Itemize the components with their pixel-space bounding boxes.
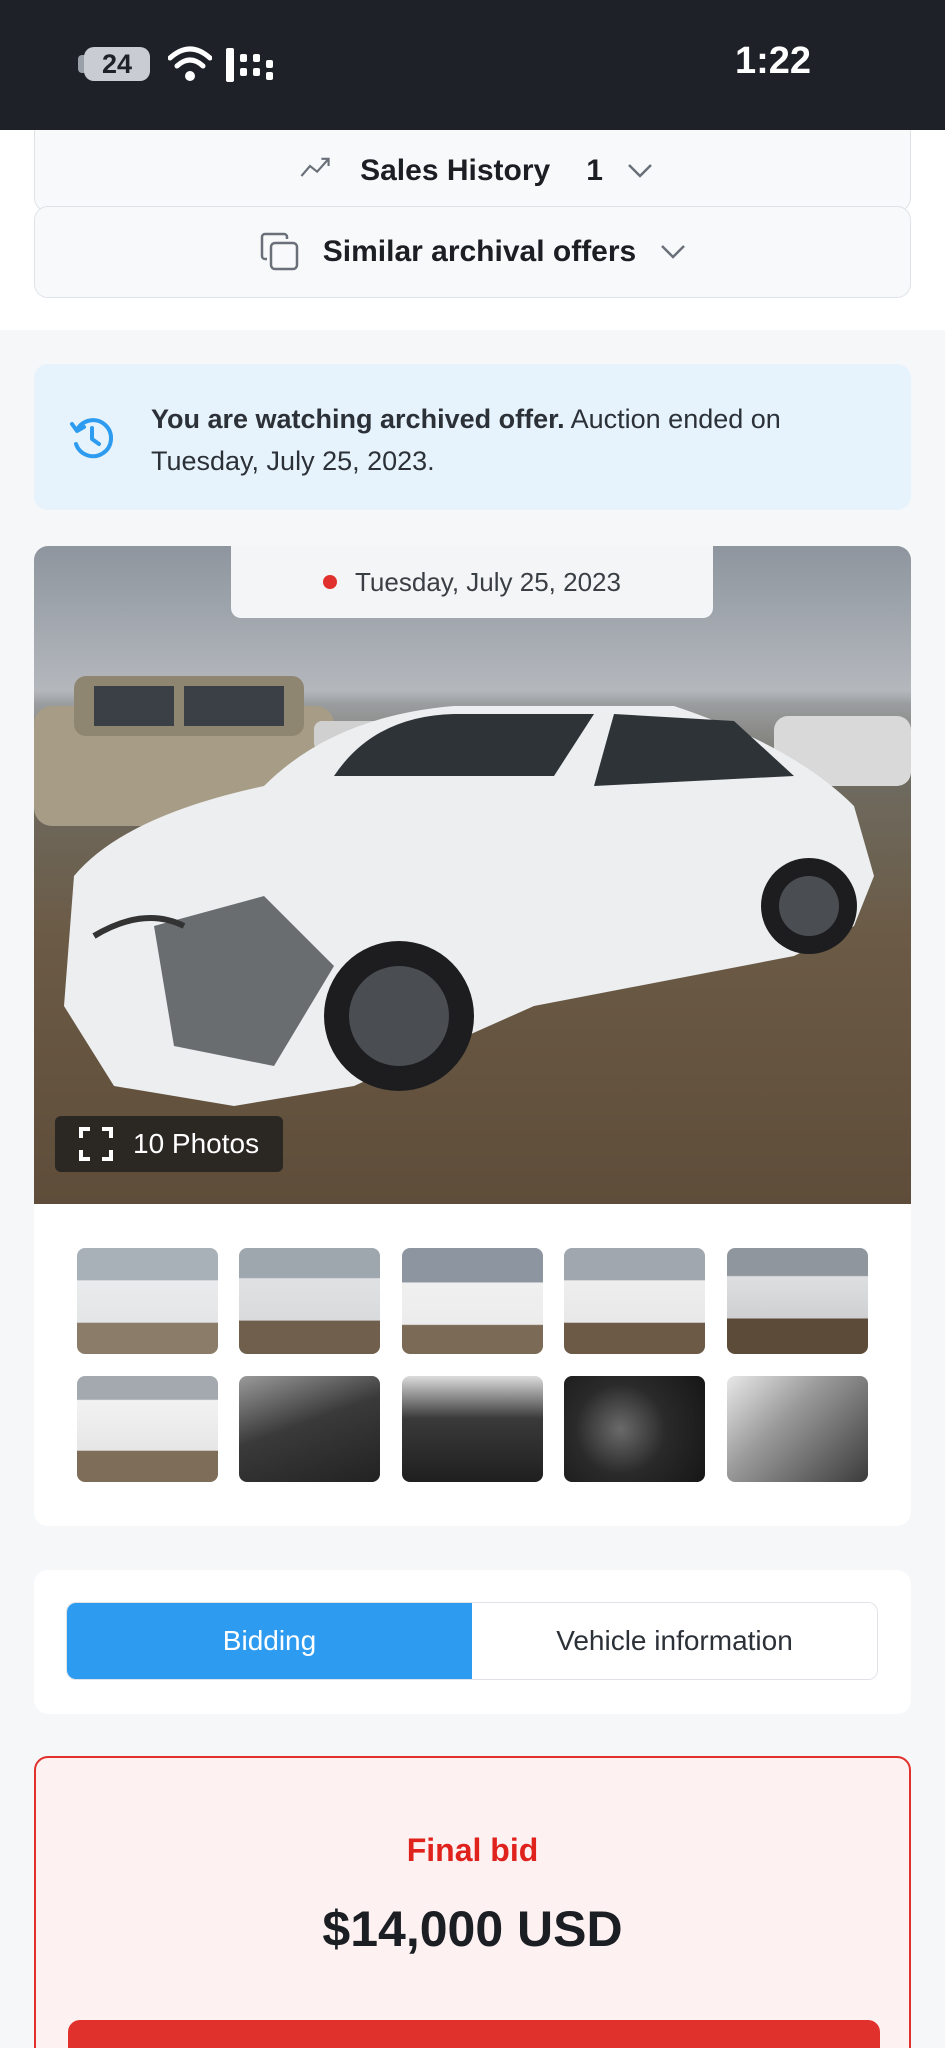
sales-history-toggle[interactable]: Sales History 1	[34, 130, 911, 212]
final-bid-label: Final bid	[406, 1832, 539, 1868]
chevron-down-icon	[661, 245, 686, 259]
sales-history-label: Sales History	[360, 153, 551, 187]
sales-history-count: 1	[586, 153, 603, 187]
status-bar: 24 1:22	[0, 0, 945, 130]
signal-icon	[226, 48, 273, 82]
battery-icon: 24	[84, 47, 150, 81]
thumbnail[interactable]	[402, 1248, 543, 1354]
thumbnail[interactable]	[402, 1376, 543, 1482]
wifi-icon	[168, 46, 212, 81]
similar-offers-toggle[interactable]: Similar archival offers	[34, 206, 911, 298]
auction-date: Tuesday, July 25, 2023	[355, 566, 621, 597]
live-dot	[323, 575, 338, 589]
thumbnail[interactable]	[564, 1248, 705, 1354]
final-bid-value: $14,000 USD	[322, 1901, 623, 1957]
similar-offers-label: Similar archival offers	[322, 235, 637, 268]
chevron-down-icon	[628, 163, 652, 178]
photo-gallery-card: Tuesday, July 25, 2023 10 Photos	[34, 546, 911, 1526]
thumbnail[interactable]	[77, 1376, 218, 1482]
thumbnail[interactable]	[727, 1248, 868, 1354]
thumbnail[interactable]	[564, 1376, 705, 1482]
tab-bar: Bidding Vehicle information	[66, 1602, 878, 1680]
expand-icon	[79, 1127, 113, 1161]
tab-vehicle-information[interactable]: Vehicle information	[472, 1603, 877, 1679]
notice-bold: You are watching archived offer.	[151, 404, 565, 434]
clock: 1:22	[734, 40, 811, 82]
archived-notice-text: You are watching archived offer. Auction…	[151, 398, 791, 482]
main-car-photo[interactable]: Tuesday, July 25, 2023 10 Photos	[34, 546, 911, 1204]
bid-action-button[interactable]	[68, 2020, 880, 2048]
auction-date-pill: Tuesday, July 25, 2023	[231, 546, 713, 618]
thumbnail[interactable]	[239, 1248, 380, 1354]
top-section: Sales History 1 Similar archival offers	[0, 130, 945, 330]
thumbnail[interactable]	[77, 1248, 218, 1354]
thumbnail[interactable]	[727, 1376, 868, 1482]
final-bid-card: Final bid $14,000 USD	[34, 1756, 911, 2048]
trend-icon	[300, 157, 330, 177]
tab-bidding[interactable]: Bidding	[67, 1603, 472, 1679]
photos-count-button[interactable]: 10 Photos	[55, 1116, 283, 1172]
tabs-card: Bidding Vehicle information	[34, 1570, 911, 1714]
history-icon	[70, 418, 113, 459]
copy-icon	[260, 232, 298, 271]
thumbnail[interactable]	[239, 1376, 380, 1482]
car-illustration	[34, 676, 911, 1106]
photos-count-label: 10 Photos	[133, 1128, 260, 1159]
